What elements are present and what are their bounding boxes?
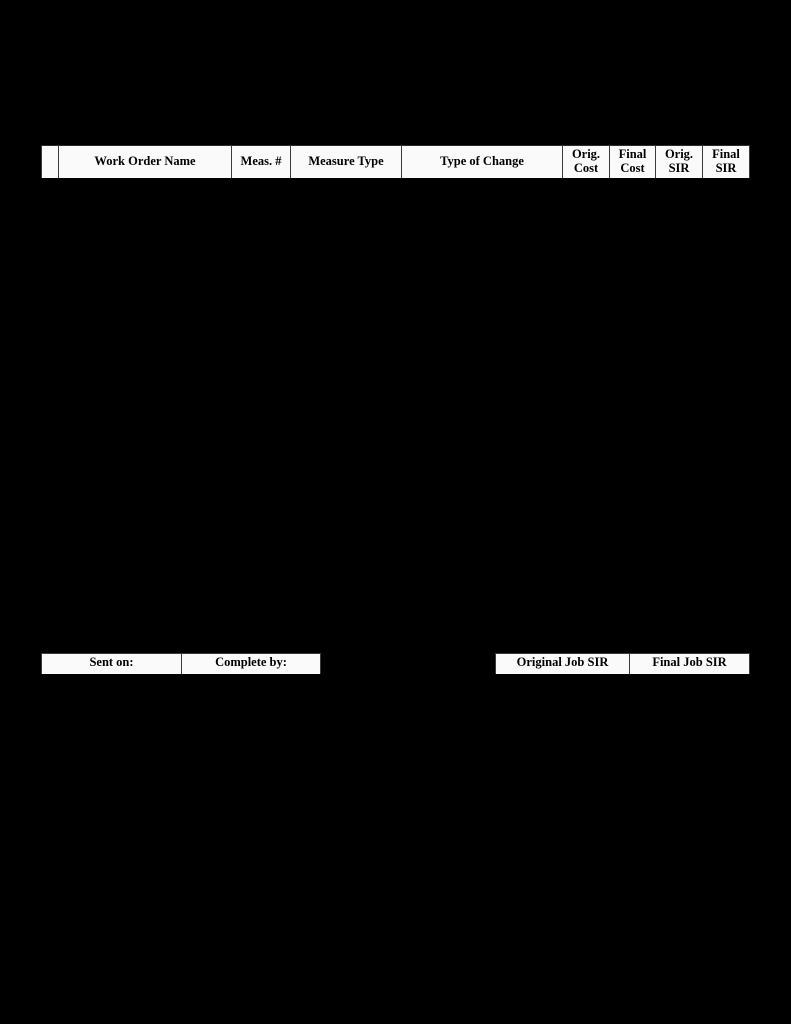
label-final-job-sir: Final Job SIR [629, 653, 750, 676]
job-sir-strip: Original Job SIR Final Job SIR [495, 653, 750, 676]
column-header-measure-number: Meas. # [231, 145, 291, 180]
column-header-work-order-name: Work Order Name [58, 145, 232, 180]
column-header-orig-cost: Orig. Cost [562, 145, 610, 180]
column-header-final-cost: Final Cost [609, 145, 656, 180]
document-page: Work Order Name Meas. # Measure Type Typ… [0, 0, 791, 1024]
final-sir-line-1: Final [712, 147, 740, 161]
final-cost-line-1: Final [618, 147, 647, 161]
column-header-measure-type: Measure Type [290, 145, 402, 180]
column-header-orig-sir: Orig. SIR [655, 145, 703, 180]
label-sent-on: Sent on: [41, 653, 182, 676]
orig-cost-line-1: Orig. [571, 147, 601, 161]
final-sir-line-2: SIR [715, 161, 737, 175]
orig-sir-line-1: Orig. [664, 147, 694, 161]
final-cost-line-2: Cost [620, 161, 645, 175]
schedule-strip-row: Sent on: Complete by: [41, 653, 321, 676]
schedule-strip: Sent on: Complete by: [41, 653, 321, 676]
orig-cost-line-2: Cost [573, 161, 599, 175]
work-order-header-table: Work Order Name Meas. # Measure Type Typ… [41, 145, 750, 180]
table-header-row: Work Order Name Meas. # Measure Type Typ… [41, 145, 750, 180]
orig-sir-line-2: SIR [668, 161, 690, 175]
column-header-row-marker [41, 145, 59, 180]
column-header-final-sir: Final SIR [702, 145, 750, 180]
label-original-job-sir: Original Job SIR [495, 653, 630, 676]
column-header-type-of-change: Type of Change [401, 145, 563, 180]
label-complete-by: Complete by: [181, 653, 321, 676]
job-sir-strip-row: Original Job SIR Final Job SIR [495, 653, 750, 676]
